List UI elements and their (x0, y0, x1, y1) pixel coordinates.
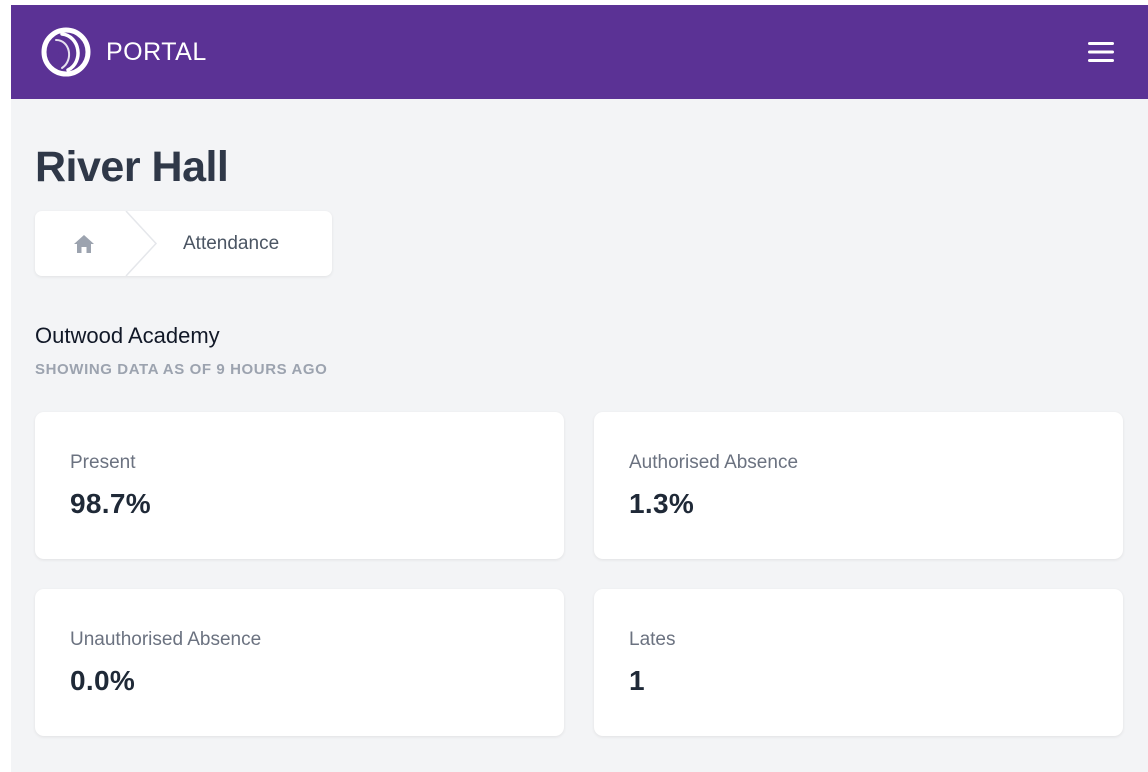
breadcrumb: Attendance (35, 211, 332, 276)
stat-label: Present (70, 452, 136, 473)
breadcrumb-home-link[interactable] (35, 211, 125, 276)
stat-value: 0.0% (70, 665, 136, 696)
stat-label: Authorised Absence (629, 452, 799, 473)
page-title: River Hall (35, 143, 229, 191)
portal-logo-icon (41, 27, 91, 77)
stat-value: 1 (629, 665, 645, 696)
breadcrumb-separator-icon (125, 211, 158, 276)
stat-value: 1.3% (629, 488, 695, 519)
school-name: Outwood Academy (35, 323, 220, 348)
hamburger-menu-button[interactable] (1084, 35, 1118, 69)
stat-label: Unauthorised Absence (70, 629, 262, 650)
stat-card-present: Present 98.7% (35, 412, 564, 559)
top-navigation-bar: PORTAL (11, 5, 1148, 99)
hamburger-menu-icon (1088, 42, 1114, 62)
data-freshness-label: SHOWING DATA AS OF 9 HOURS AGO (35, 361, 328, 378)
app-name: PORTAL (106, 37, 207, 66)
stat-card-unauthorised-absence: Unauthorised Absence 0.0% (35, 589, 564, 736)
stat-card-authorised-absence: Authorised Absence 1.3% (594, 412, 1123, 559)
stat-label: Lates (629, 629, 676, 650)
breadcrumb-item-attendance[interactable]: Attendance (183, 211, 279, 276)
stat-card-lates: Lates 1 (594, 589, 1123, 736)
portal-home-link[interactable]: PORTAL (40, 26, 207, 78)
home-icon (74, 234, 94, 253)
app-window: PORTAL River Hall Attendance Outwood Aca… (11, 5, 1148, 772)
stat-value: 98.7% (70, 488, 151, 519)
